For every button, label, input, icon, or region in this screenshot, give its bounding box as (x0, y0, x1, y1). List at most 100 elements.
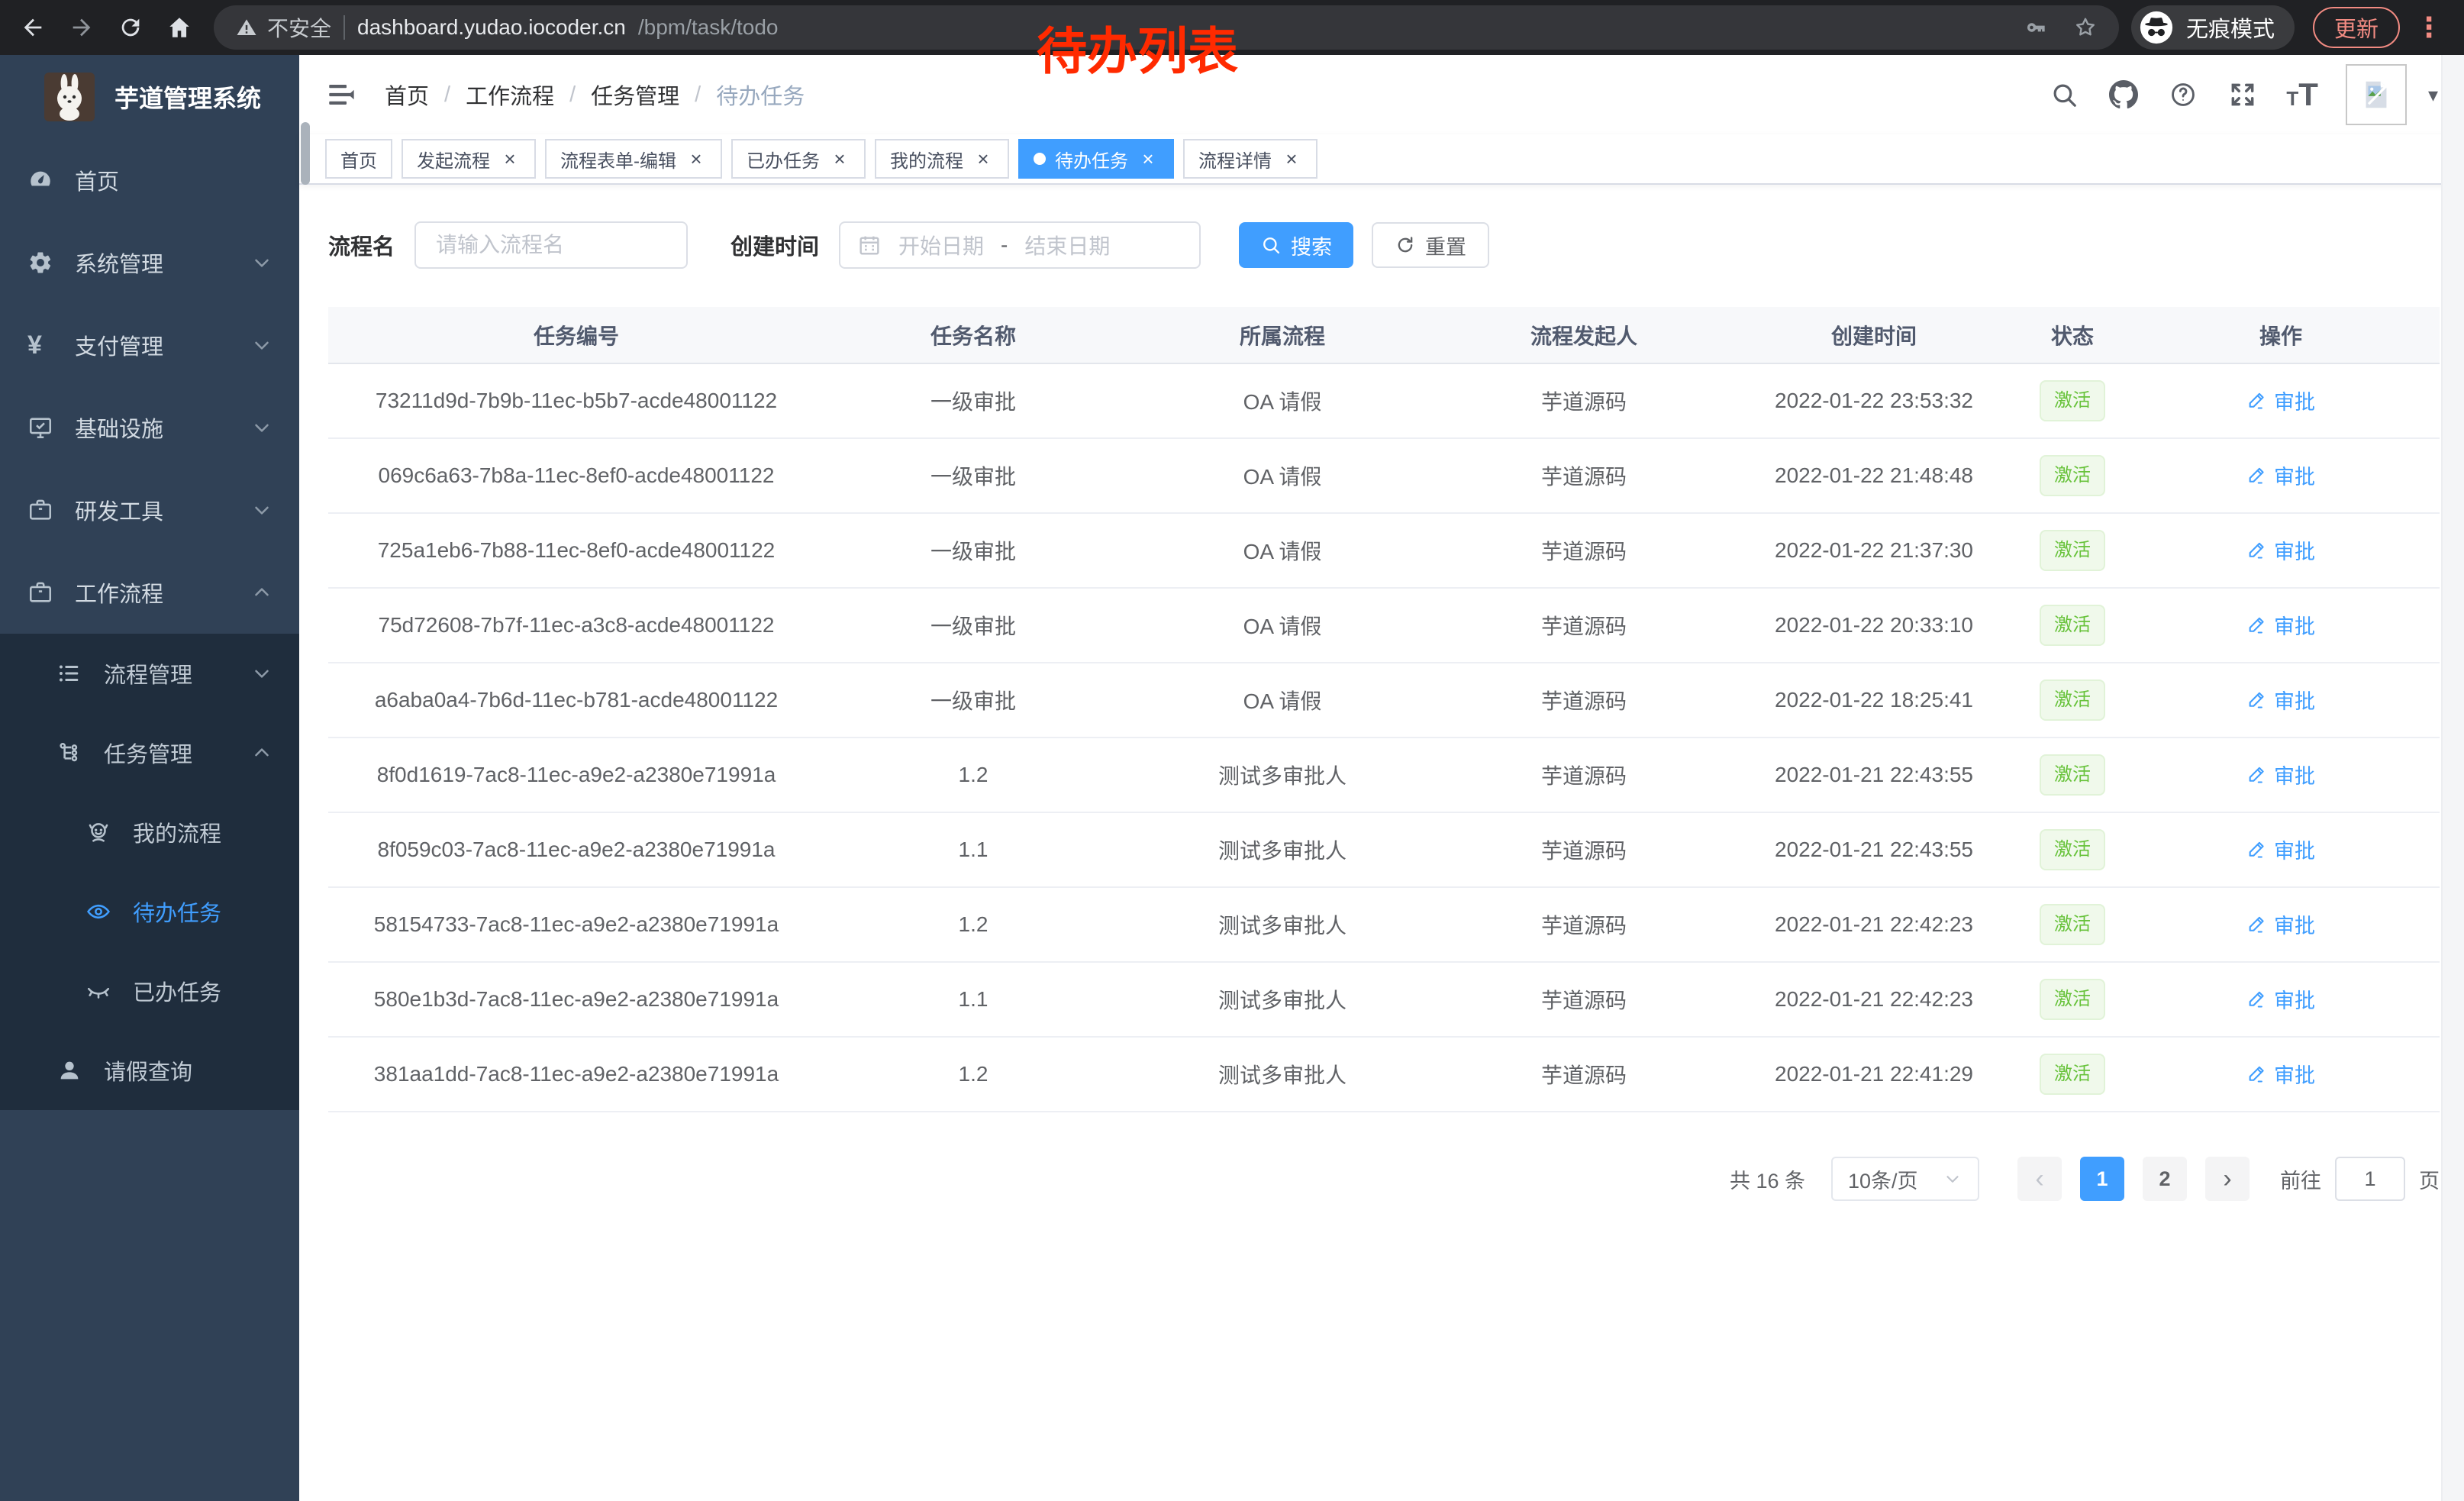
sidebar-item-process-management[interactable]: 流程管理 (0, 634, 299, 713)
tab-label: 首页 (340, 146, 377, 173)
fullscreen-icon[interactable] (2227, 79, 2259, 111)
status-badge: 激活 (2040, 829, 2105, 870)
sidebar-item-home[interactable]: 首页 (0, 139, 299, 221)
tab[interactable]: 我的流程 × (875, 139, 1009, 179)
goto-unit: 页 (2419, 1164, 2440, 1194)
audit-link[interactable]: 审批 (2246, 834, 2315, 864)
goto-page-input[interactable] (2335, 1157, 2405, 1201)
search-icon[interactable] (2048, 79, 2080, 111)
next-page-button[interactable]: › (2205, 1157, 2250, 1201)
cell-process: 测试多审批人 (1122, 887, 1443, 962)
page-scrollbar[interactable] (2441, 55, 2464, 1501)
cell-task-id: 73211d9d-7b9b-11ec-b5b7-acde48001122 (328, 363, 824, 438)
sidebar-item-task-management[interactable]: 任务管理 (0, 713, 299, 792)
cell-initiator: 芋道源码 (1443, 738, 1725, 812)
close-icon[interactable]: × (1281, 148, 1302, 169)
audit-link[interactable]: 审批 (2246, 1059, 2315, 1089)
tab[interactable]: 首页 (325, 139, 392, 179)
close-icon[interactable]: × (685, 148, 707, 169)
audit-link[interactable]: 审批 (2246, 760, 2315, 789)
star-icon[interactable] (2073, 15, 2098, 40)
key-icon[interactable] (2023, 15, 2047, 40)
caret-down-icon[interactable]: ▾ (2428, 83, 2438, 107)
cell-task-id: 8f0d1619-7ac8-11ec-a9e2-a2380e71991a (328, 738, 824, 812)
breadcrumb-workflow[interactable]: 工作流程 (466, 79, 554, 111)
cell-process: OA 请假 (1122, 513, 1443, 588)
page-button-2[interactable]: 2 (2143, 1157, 2187, 1201)
date-range-picker[interactable]: 开始日期 - 结束日期 (839, 221, 1201, 269)
tab[interactable]: 流程详情 × (1183, 139, 1317, 179)
audit-link[interactable]: 审批 (2246, 984, 2315, 1014)
edit-pencil-icon (2246, 614, 2268, 635)
audit-link[interactable]: 审批 (2246, 460, 2315, 490)
update-button[interactable]: 更新 (2313, 7, 2400, 48)
audit-link[interactable]: 审批 (2246, 386, 2315, 415)
page-content: 流程名 创建时间 开始日期 - 结束日期 搜索 重置 (299, 185, 2464, 1501)
reload-icon[interactable] (108, 5, 153, 50)
tab[interactable]: 流程表单-编辑 × (545, 139, 722, 179)
cell-task-id: 069c6a63-7b8a-11ec-8ef0-acde48001122 (328, 438, 824, 513)
process-name-input[interactable] (414, 221, 688, 269)
breadcrumb-current: 待办任务 (716, 79, 805, 111)
audit-link[interactable]: 审批 (2246, 610, 2315, 640)
prev-page-button[interactable]: ‹ (2017, 1157, 2062, 1201)
collapse-sidebar-icon[interactable] (325, 79, 357, 111)
tab[interactable]: 发起流程 × (402, 139, 536, 179)
github-icon[interactable] (2108, 79, 2140, 111)
table-row: 069c6a63-7b8a-11ec-8ef0-acde48001122 一级审… (328, 438, 2440, 513)
cell-initiator: 芋道源码 (1443, 513, 1725, 588)
todo-table: 任务编号任务名称所属流程流程发起人创建时间状态操作 73211d9d-7b9b-… (328, 307, 2440, 1112)
broken-image-icon (2359, 77, 2394, 112)
sidebar-item-payment[interactable]: ¥ 支付管理 (0, 304, 299, 386)
audit-link[interactable]: 审批 (2246, 535, 2315, 565)
table-row: 725a1eb6-7b88-11ec-8ef0-acde48001122 一级审… (328, 513, 2440, 588)
forward-icon[interactable] (60, 5, 104, 50)
table-row: 58154733-7ac8-11ec-a9e2-a2380e71991a 1.2… (328, 887, 2440, 962)
sidebar-item-todo-tasks[interactable]: 待办任务 (0, 872, 299, 951)
close-icon[interactable]: × (499, 148, 521, 169)
tab[interactable]: 已办任务 × (731, 139, 866, 179)
page-size-select[interactable]: 10条/页 (1831, 1157, 1979, 1201)
status-badge: 激活 (2040, 904, 2105, 945)
warning-icon (235, 16, 258, 39)
reset-button[interactable]: 重置 (1372, 222, 1489, 268)
breadcrumb-home[interactable]: 首页 (385, 79, 429, 111)
sidebar-item-workflow[interactable]: 工作流程 (0, 551, 299, 634)
cell-task-id: a6aba0a4-7b6d-11ec-b781-acde48001122 (328, 663, 824, 738)
sidebar-item-done-tasks[interactable]: 已办任务 (0, 951, 299, 1031)
home-icon[interactable] (157, 5, 202, 50)
column-header: 操作 (2122, 307, 2440, 363)
eye-icon (85, 899, 111, 925)
table-row: 8f059c03-7ac8-11ec-a9e2-a2380e71991a 1.1… (328, 812, 2440, 887)
sidebar-item-infrastructure[interactable]: 基础设施 (0, 386, 299, 469)
close-icon[interactable]: × (829, 148, 850, 169)
font-size-icon[interactable]: TT (2286, 81, 2318, 108)
avatar[interactable] (2346, 64, 2407, 125)
page-button-1[interactable]: 1 (2080, 1157, 2124, 1201)
table-row: 381aa1dd-7ac8-11ec-a9e2-a2380e71991a 1.2… (328, 1037, 2440, 1112)
tab[interactable]: 待办任务 × (1018, 139, 1174, 179)
end-date-placeholder[interactable]: 结束日期 (1024, 230, 1110, 260)
sidebar-item-my-process[interactable]: 我的流程 (0, 792, 299, 872)
search-button[interactable]: 搜索 (1239, 222, 1353, 268)
sidebar-item-system[interactable]: 系统管理 (0, 221, 299, 304)
browser-menu-icon[interactable]: ⋮ (2404, 11, 2453, 44)
security-chip[interactable]: 不安全 (235, 12, 331, 43)
cell-task-id: 725a1eb6-7b88-11ec-8ef0-acde48001122 (328, 513, 824, 588)
start-date-placeholder[interactable]: 开始日期 (898, 230, 984, 260)
audit-link[interactable]: 审批 (2246, 909, 2315, 939)
sidebar-item-devtools[interactable]: 研发工具 (0, 469, 299, 551)
audit-link[interactable]: 审批 (2246, 685, 2315, 715)
sidebar-scrollbar-thumb[interactable] (301, 122, 310, 185)
close-icon[interactable]: × (972, 148, 994, 169)
breadcrumb-task-management[interactable]: 任务管理 (591, 79, 679, 111)
workflow-submenu: 流程管理 任务管理 我的流程 待办任务 已办 (0, 634, 299, 1110)
help-icon[interactable] (2167, 79, 2199, 111)
back-icon[interactable] (11, 5, 55, 50)
page-annotation: 待办列表 (1037, 11, 1238, 84)
top-header: 首页 / 工作流程 / 任务管理 / 待办任务 TT ▾ (299, 55, 2464, 134)
process-name-label: 流程名 (328, 229, 395, 261)
sidebar-item-leave-query[interactable]: 请假查询 (0, 1031, 299, 1110)
app-logo: 芋道管理系统 (0, 55, 299, 139)
close-icon[interactable]: × (1137, 148, 1159, 169)
